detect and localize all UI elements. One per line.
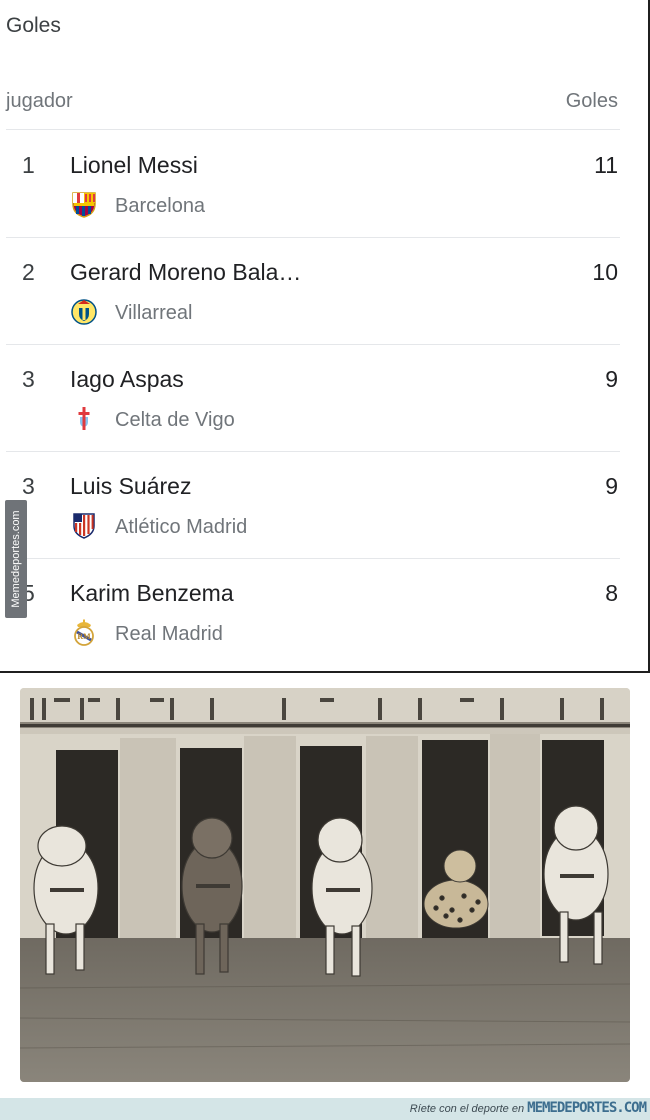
table-row[interactable]: 3 Luis Suárez 9 Atlético Madrid <box>0 451 650 558</box>
goals-value: 9 <box>605 473 618 499</box>
rank: 1 <box>22 152 35 178</box>
rank: 3 <box>22 366 35 392</box>
card-title: Goles <box>6 14 61 37</box>
footer-tagline: Ríete con el deporte en <box>409 1103 525 1115</box>
footer-credit: Ríete con el deporte en MEMEDEPORTES.COM <box>409 1100 647 1116</box>
goals-value: 9 <box>605 366 618 392</box>
team-name: Barcelona <box>115 195 206 217</box>
table-row[interactable]: 2 Gerard Moreno Bala… 10 Villarreal <box>0 237 650 344</box>
greyhound-race-photo <box>20 688 630 1082</box>
table-row[interactable]: 1 Lionel Messi 11 Barcelona <box>0 130 650 237</box>
player-name[interactable]: Luis Suárez <box>70 473 191 500</box>
player-name[interactable]: Iago Aspas <box>70 366 184 393</box>
celta-crest-icon <box>78 407 90 430</box>
player-name[interactable]: Gerard Moreno Bala… <box>70 259 301 286</box>
player-name[interactable]: Karim Benzema <box>70 580 234 607</box>
goals-value: 11 <box>594 152 618 178</box>
goals-value: 10 <box>592 259 618 285</box>
footer-brand[interactable]: MEMEDEPORTES.COM <box>527 1100 647 1116</box>
frame-border <box>0 671 650 673</box>
team-name: Real Madrid <box>115 623 223 645</box>
goals-value: 8 <box>605 580 618 606</box>
team-name: Villarreal <box>115 302 193 324</box>
scorers-card: Goles jugador Goles 1 Lionel Messi 11 Ba… <box>0 0 650 672</box>
footer-bar: Ríete con el deporte en MEMEDEPORTES.COM <box>0 1098 650 1120</box>
race-scene-illustration <box>20 688 630 1082</box>
rank: 3 <box>22 473 35 499</box>
player-name[interactable]: Lionel Messi <box>70 152 198 179</box>
villarreal-crest-icon <box>71 299 97 325</box>
table-row[interactable]: 3 Iago Aspas 9 Celta de Vigo <box>0 344 650 451</box>
svg-text:RM: RM <box>77 632 91 641</box>
column-header-goals: Goles <box>565 90 618 112</box>
team-name: Celta de Vigo <box>115 409 235 431</box>
watermark-text: Memedeportes.com <box>10 510 22 608</box>
rank: 2 <box>22 259 35 285</box>
barcelona-crest-icon <box>72 192 96 218</box>
column-header-player: jugador <box>6 90 73 112</box>
atletico-crest-icon <box>73 513 95 539</box>
team-name: Atlético Madrid <box>115 516 248 538</box>
table-row[interactable]: 5 Karim Benzema 8 RM Real Madrid <box>0 558 650 665</box>
real-madrid-crest-icon: RM <box>74 619 94 646</box>
